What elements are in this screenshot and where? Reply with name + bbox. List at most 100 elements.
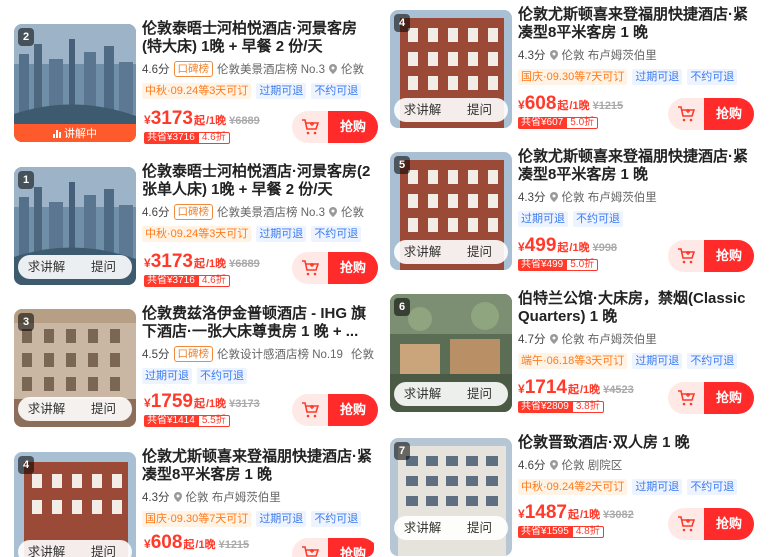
ask-button[interactable]: 提问 [451, 240, 508, 264]
thumb-actions: 求讲解 提问 [394, 240, 508, 264]
add-to-cart-button[interactable] [668, 240, 704, 272]
price: ¥ 3173 起 /1晚 ¥6889 [144, 108, 260, 129]
price-value: 499 [524, 235, 557, 256]
explain-button[interactable]: 求讲解 [394, 98, 451, 122]
promo-tag: 国庆·09.30等7天可订 [518, 69, 628, 85]
ranking-badge: 口碑榜 [173, 204, 213, 220]
savings-badge: 共省¥3716 4.6折 [144, 275, 260, 287]
ask-button[interactable]: 提问 [75, 255, 132, 279]
explain-button[interactable]: 求讲解 [18, 397, 75, 421]
hotel-thumbnail[interactable]: 3 求讲解 提问 [14, 309, 136, 427]
price-value: 608 [150, 532, 183, 553]
cart-icon [678, 390, 695, 406]
hotel-card[interactable]: 4 求讲解 提问 伦敦尤斯顿喜来登福朋快捷酒店·紧凑型8平米客房 1 晚 4.3… [388, 4, 762, 134]
hotel-title[interactable]: 伦敦晋致酒店·双人房 1 晚 [518, 434, 762, 452]
live-indicator[interactable]: 讲解中 [14, 124, 136, 142]
savings-badge: 共省¥2809 3.8折 [518, 401, 634, 413]
explain-button[interactable]: 求讲解 [18, 540, 75, 557]
buy-button[interactable]: 抢购 [704, 98, 754, 130]
cart-icon [302, 260, 319, 276]
hotel-card[interactable]: 5 求讲解 提问 伦敦尤斯顿喜来登福朋快捷酒店·紧凑型8平米客房 1 晚 4.3… [388, 146, 762, 276]
add-to-cart-button[interactable] [668, 508, 704, 540]
hotel-card[interactable]: 3 求讲解 提问 伦敦费兹洛伊金普顿酒店 - IHG 旗下酒店·一张大床尊贵房 … [0, 303, 378, 428]
hotel-info: 伦敦尤斯顿喜来登福朋快捷酒店·紧凑型8平米客房 1 晚 4.3分 伦敦 布卢姆茨… [518, 6, 762, 85]
ask-button[interactable]: 提问 [451, 98, 508, 122]
hotel-thumbnail[interactable]: 4 求讲解 提问 [390, 10, 512, 128]
price: ¥ 3173 起 /1晚 ¥6889 [144, 251, 260, 272]
hotel-meta: 4.7分 伦敦 布卢姆茨伯里 [518, 331, 762, 347]
buy-button[interactable]: 抢购 [704, 240, 754, 272]
buy-button[interactable]: 抢购 [704, 382, 754, 414]
ask-button[interactable]: 提问 [451, 516, 508, 540]
hotel-title[interactable]: 伦敦尤斯顿喜来登福朋快捷酒店·紧凑型8平米客房 1 晚 [518, 6, 762, 42]
hotel-thumbnail[interactable]: 4 求讲解 提问 [14, 452, 136, 557]
location-text: 伦敦 [341, 64, 364, 76]
ranking-badge: 口碑榜 [173, 61, 213, 77]
ranking-text[interactable]: 伦敦美景酒店榜 No.3 [217, 204, 325, 220]
hotel-thumbnail[interactable]: 7 求讲解 提问 [390, 438, 512, 556]
hotel-title[interactable]: 伦敦泰晤士河柏悦酒店·河景客房(特大床) 1晚 + 早餐 2 份/天 [142, 20, 374, 56]
buy-button[interactable]: 抢购 [328, 394, 378, 426]
hotel-title[interactable]: 伦敦费兹洛伊金普顿酒店 - IHG 旗下酒店·一张大床尊贵房 1 晚 + ... [142, 305, 374, 341]
refund-tag: 过期可退 [632, 479, 683, 495]
hotel-meta: 4.6分 口碑榜 伦敦美景酒店榜 No.3 伦敦 [142, 61, 374, 77]
buy-button[interactable]: 抢购 [328, 538, 374, 557]
refund-tag: 过期可退 [256, 511, 307, 527]
cart-icon [678, 516, 695, 532]
rank-badge: 6 [394, 298, 410, 316]
buy-button[interactable]: 抢购 [328, 111, 378, 143]
explain-button[interactable]: 求讲解 [394, 240, 451, 264]
hotel-thumbnail[interactable]: 5 求讲解 提问 [390, 152, 512, 270]
hotel-info: 伦敦尤斯顿喜来登福朋快捷酒店·紧凑型8平米客房 1 晚 4.3分 伦敦 布卢姆茨… [142, 448, 374, 527]
add-to-cart-button[interactable] [292, 111, 328, 143]
tag-row: 国庆·09.30等7天可订 过期可退 不约可退 [142, 511, 374, 527]
location-text: 伦敦 布卢姆茨伯里 [185, 492, 281, 504]
savings-badge: 共省¥3716 4.6折 [144, 132, 260, 144]
ask-button[interactable]: 提问 [451, 382, 508, 406]
hotel-title[interactable]: 伯特兰公馆·大床房，禁烟(Classic Quarters) 1 晚 [518, 290, 762, 326]
location-pin-icon [549, 50, 558, 60]
hotel-title[interactable]: 伦敦泰晤士河柏悦酒店·河景客房(2张单人床) 1晚 + 早餐 2 份/天 [142, 163, 374, 199]
ask-button[interactable]: 提问 [75, 540, 132, 557]
ask-button[interactable]: 提问 [75, 397, 132, 421]
hotel-meta: 4.3分 伦敦 布卢姆茨伯里 [142, 489, 374, 505]
buy-button[interactable]: 抢购 [704, 508, 754, 540]
original-price: ¥6889 [229, 258, 260, 270]
refund-tag: 不约可退 [573, 211, 623, 227]
rank-badge: 1 [18, 171, 34, 189]
explain-button[interactable]: 求讲解 [394, 516, 451, 540]
price-value: 3173 [150, 251, 193, 272]
hotel-card[interactable]: 6 求讲解 提问 伯特兰公馆·大床房，禁烟(Classic Quarters) … [388, 288, 762, 418]
buy-button[interactable]: 抢购 [328, 252, 378, 284]
hotel-thumbnail[interactable]: 1 求讲解 提问 [14, 167, 136, 285]
ranking-text[interactable]: 伦敦美景酒店榜 No.3 [217, 61, 325, 77]
add-to-cart-button[interactable] [292, 538, 328, 557]
price-value: 608 [524, 93, 557, 114]
thumb-actions: 求讲解 提问 [18, 255, 132, 279]
rank-badge: 5 [394, 156, 410, 174]
rating-score: 4.7分 [518, 334, 546, 346]
explain-button[interactable]: 求讲解 [18, 255, 75, 279]
hotel-card[interactable]: 7 求讲解 提问 伦敦晋致酒店·双人房 1 晚 4.6分 伦敦 剧院区 中秋·0… [388, 432, 762, 557]
hotel-card[interactable]: 4 求讲解 提问 伦敦尤斯顿喜来登福朋快捷酒店·紧凑型8平米客房 1 晚 4.3… [0, 446, 374, 557]
hotel-title[interactable]: 伦敦尤斯顿喜来登福朋快捷酒店·紧凑型8平米客房 1 晚 [518, 148, 762, 184]
explain-button[interactable]: 求讲解 [394, 382, 451, 406]
location-pin-icon [549, 460, 558, 470]
original-price: ¥1215 [592, 100, 624, 112]
add-to-cart-button[interactable] [668, 98, 704, 130]
location-text: 伦敦 布卢姆茨伯里 [561, 192, 657, 204]
tag-row: 中秋·09.24等2天可订 过期可退 不约可退 [518, 479, 762, 495]
add-to-cart-button[interactable] [668, 382, 704, 414]
hotel-card[interactable]: 1 求讲解 提问 伦敦泰晤士河柏悦酒店·河景客房(2张单人床) 1晚 + 早餐 … [0, 161, 378, 287]
add-to-cart-button[interactable] [292, 252, 328, 284]
hotel-card[interactable]: 2 讲解中 伦敦泰晤士河柏悦酒店·河景客房(特大床) 1晚 + 早餐 2 份/天… [0, 18, 378, 144]
hotel-info: 伦敦费兹洛伊金普顿酒店 - IHG 旗下酒店·一张大床尊贵房 1 晚 + ...… [142, 305, 374, 384]
add-to-cart-button[interactable] [292, 394, 328, 426]
ranking-text[interactable]: 伦敦设计感酒店榜 No.19 [217, 346, 343, 362]
hotel-title[interactable]: 伦敦尤斯顿喜来登福朋快捷酒店·紧凑型8平米客房 1 晚 [142, 448, 374, 484]
hotel-thumbnail[interactable]: 6 求讲解 提问 [390, 294, 512, 412]
savings-badge: 共省¥1414 5.5折 [144, 415, 260, 427]
refund-tag: 过期可退 [256, 83, 307, 99]
thumb-actions: 求讲解 提问 [394, 382, 508, 406]
hotel-thumbnail[interactable]: 2 讲解中 [14, 24, 136, 142]
